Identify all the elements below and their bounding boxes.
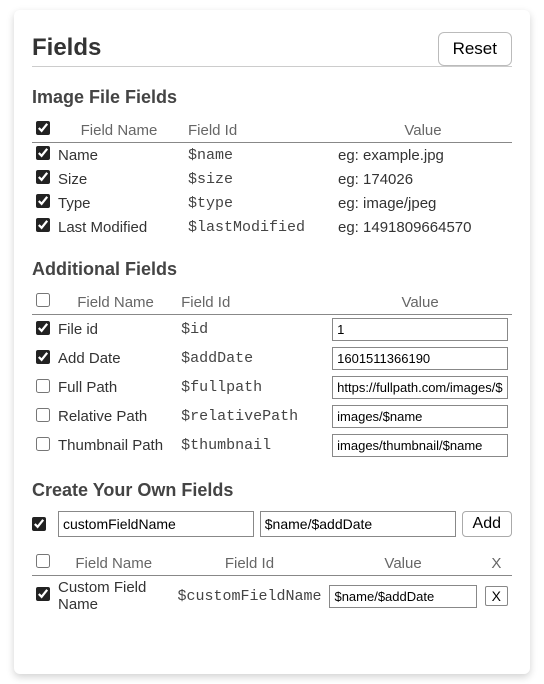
custom-add-checkbox[interactable] — [32, 517, 46, 531]
field-id: $relativePath — [177, 402, 328, 431]
field-name: Last Modified — [54, 215, 184, 239]
custom-table: Field Name Field Id Value X Custom Field… — [32, 551, 512, 616]
value-input[interactable] — [332, 434, 508, 457]
field-value: eg: 1491809664570 — [334, 215, 512, 239]
table-row: Full Path $fullpath — [32, 373, 512, 402]
field-name: Thumbnail Path — [54, 431, 177, 460]
value-input[interactable] — [329, 585, 476, 608]
field-name: Size — [54, 167, 184, 191]
value-input[interactable] — [332, 318, 508, 341]
field-checkbox[interactable] — [36, 321, 50, 335]
field-id: $addDate — [177, 344, 328, 373]
add-button[interactable]: Add — [462, 511, 512, 537]
field-checkbox[interactable] — [36, 379, 50, 393]
field-id: $name — [184, 143, 334, 168]
field-checkbox[interactable] — [36, 218, 50, 232]
field-id: $id — [177, 315, 328, 345]
additional-table: Field Name Field Id Value File id $id Ad… — [32, 290, 512, 460]
field-id: $customFieldName — [173, 576, 325, 617]
image-file-table: Field Name Field Id Value Name $name eg:… — [32, 118, 512, 239]
table-row: Type $type eg: image/jpeg — [32, 191, 512, 215]
field-value: eg: image/jpeg — [334, 191, 512, 215]
field-value: eg: example.jpg — [334, 143, 512, 168]
field-value: eg: 174026 — [334, 167, 512, 191]
section-image-file: Image File Fields — [32, 87, 512, 108]
value-input[interactable] — [332, 405, 508, 428]
th-value: Value — [334, 118, 512, 143]
th-field-id: Field Id — [177, 290, 328, 315]
field-name: Name — [54, 143, 184, 168]
th-value: Value — [328, 290, 512, 315]
th-field-name: Field Name — [54, 290, 177, 315]
field-name: Full Path — [54, 373, 177, 402]
field-id: $size — [184, 167, 334, 191]
field-name: Custom Field Name — [54, 576, 173, 617]
field-checkbox[interactable] — [36, 170, 50, 184]
table-row: Last Modified $lastModified eg: 14918096… — [32, 215, 512, 239]
page-title-text: Fields — [32, 34, 101, 61]
field-name: File id — [54, 315, 177, 345]
value-input[interactable] — [332, 376, 508, 399]
select-all-image-file[interactable] — [36, 121, 50, 135]
th-field-name: Field Name — [54, 118, 184, 143]
field-checkbox[interactable] — [36, 350, 50, 364]
table-row: Add Date $addDate — [32, 344, 512, 373]
select-all-custom[interactable] — [36, 554, 50, 568]
th-field-name: Field Name — [54, 551, 173, 576]
field-id: $thumbnail — [177, 431, 328, 460]
th-delete: X — [481, 551, 512, 576]
section-custom: Create Your Own Fields — [32, 480, 512, 501]
table-row: Thumbnail Path $thumbnail — [32, 431, 512, 460]
th-field-id: Field Id — [173, 551, 325, 576]
field-checkbox[interactable] — [36, 146, 50, 160]
th-value: Value — [325, 551, 480, 576]
field-name: Relative Path — [54, 402, 177, 431]
table-row: File id $id — [32, 315, 512, 345]
custom-value-input[interactable] — [260, 511, 456, 537]
page-title: Reset Fields — [32, 36, 512, 67]
field-name: Type — [54, 191, 184, 215]
field-checkbox[interactable] — [36, 194, 50, 208]
custom-add-row: Add — [32, 511, 512, 537]
value-input[interactable] — [332, 347, 508, 370]
field-checkbox[interactable] — [36, 587, 50, 601]
field-id: $type — [184, 191, 334, 215]
select-all-additional[interactable] — [36, 293, 50, 307]
reset-button[interactable]: Reset — [438, 32, 512, 66]
th-field-id: Field Id — [184, 118, 334, 143]
table-row: Size $size eg: 174026 — [32, 167, 512, 191]
field-checkbox[interactable] — [36, 408, 50, 422]
custom-name-input[interactable] — [58, 511, 254, 537]
table-row: Name $name eg: example.jpg — [32, 143, 512, 168]
delete-button[interactable]: X — [485, 586, 508, 606]
section-additional: Additional Fields — [32, 259, 512, 280]
field-id: $lastModified — [184, 215, 334, 239]
field-name: Add Date — [54, 344, 177, 373]
field-checkbox[interactable] — [36, 437, 50, 451]
table-row: Custom Field Name $customFieldName X — [32, 576, 512, 617]
table-row: Relative Path $relativePath — [32, 402, 512, 431]
field-id: $fullpath — [177, 373, 328, 402]
